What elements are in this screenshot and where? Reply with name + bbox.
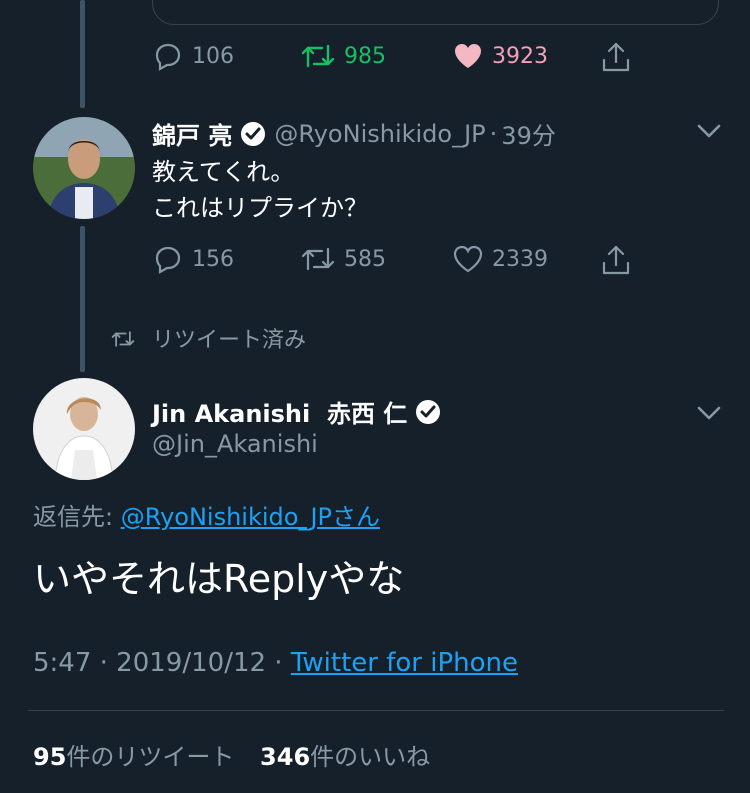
reply-to-link[interactable]: @RyoNishikido_JPさん [121,503,380,531]
handle[interactable]: @RyoNishikido_JP [274,120,485,148]
reply-to: 返信先: @RyoNishikido_JPさん [33,497,380,532]
like-action[interactable]: 3923 [452,40,548,72]
like-icon [453,245,483,273]
source-link[interactable]: Twitter for iPhone [291,648,518,678]
tweet-header-jin: Jin Akanishi 赤西 仁 [152,394,449,429]
like-label: 件のいいね [310,743,431,771]
verified-icon [416,399,441,424]
divider [28,710,724,711]
like-action[interactable]: 2339 [452,243,548,275]
thread-line-middle [80,226,85,372]
retweets-stat[interactable]: 95件のリツイート [33,743,234,771]
like-count: 3923 [492,43,548,69]
display-name[interactable]: Jin Akanishi 赤西 仁 [152,394,407,429]
reply-icon [155,246,181,274]
chevron-down-icon[interactable] [696,404,722,422]
share-action[interactable] [600,243,632,277]
retweet-small-icon [111,331,135,347]
share-action[interactable] [600,40,632,74]
reply-to-label: 返信先: [33,503,121,531]
retweet-action[interactable]: 985 [300,40,386,72]
reply-icon [155,43,181,71]
retweet-count: 585 [344,246,386,272]
retweet-count: 95 [33,743,67,771]
avatar-jin[interactable] [33,378,135,480]
tweet-text-line-1: 教えてくれ。 [152,158,295,186]
quoted-tweet-card[interactable] [152,0,719,25]
like-icon [455,44,481,68]
handle[interactable]: @Jin_Akanishi [152,430,318,458]
retweet-icon [301,44,335,68]
separator: · [489,119,498,148]
timestamp[interactable]: 39分 [501,116,556,151]
display-name[interactable]: 錦戸 亮 [152,116,232,151]
retweet-action[interactable]: 585 [300,243,386,275]
share-icon [602,245,630,275]
tweet-header-ryo: 錦戸 亮 @RyoNishikido_JP · 39分 [152,116,556,151]
verified-icon [241,121,266,146]
retweet-label: 件のリツイート [66,743,235,771]
share-icon [602,42,630,72]
engagement-stats: 95件のリツイート 346件のいいね [33,737,430,772]
like-count: 346 [260,743,311,771]
reply-count: 106 [192,43,234,69]
retweeted-notice: リツイート済み [152,328,307,353]
reply-action[interactable]: 106 [152,40,234,72]
chevron-down-icon[interactable] [696,122,722,140]
avatar-ryo[interactable] [33,117,135,219]
avatar-image [33,378,135,480]
avatar-image [33,117,135,219]
tweet-meta: 5:47 · 2019/10/12 · Twitter for iPhone [33,648,518,678]
tweet-text-line-2: これはリプライか？ [152,194,368,222]
timestamp: 5:47 · 2019/10/12 · [33,648,291,678]
reply-count: 156 [192,246,234,272]
thread-line-top [80,0,85,108]
retweet-count: 985 [344,43,386,69]
main-tweet-text: いやそれはReplyやな [33,557,405,601]
retweet-icon [301,247,335,271]
reply-action[interactable]: 156 [152,243,234,275]
like-count: 2339 [492,246,548,272]
likes-stat[interactable]: 346件のいいね [260,743,430,771]
